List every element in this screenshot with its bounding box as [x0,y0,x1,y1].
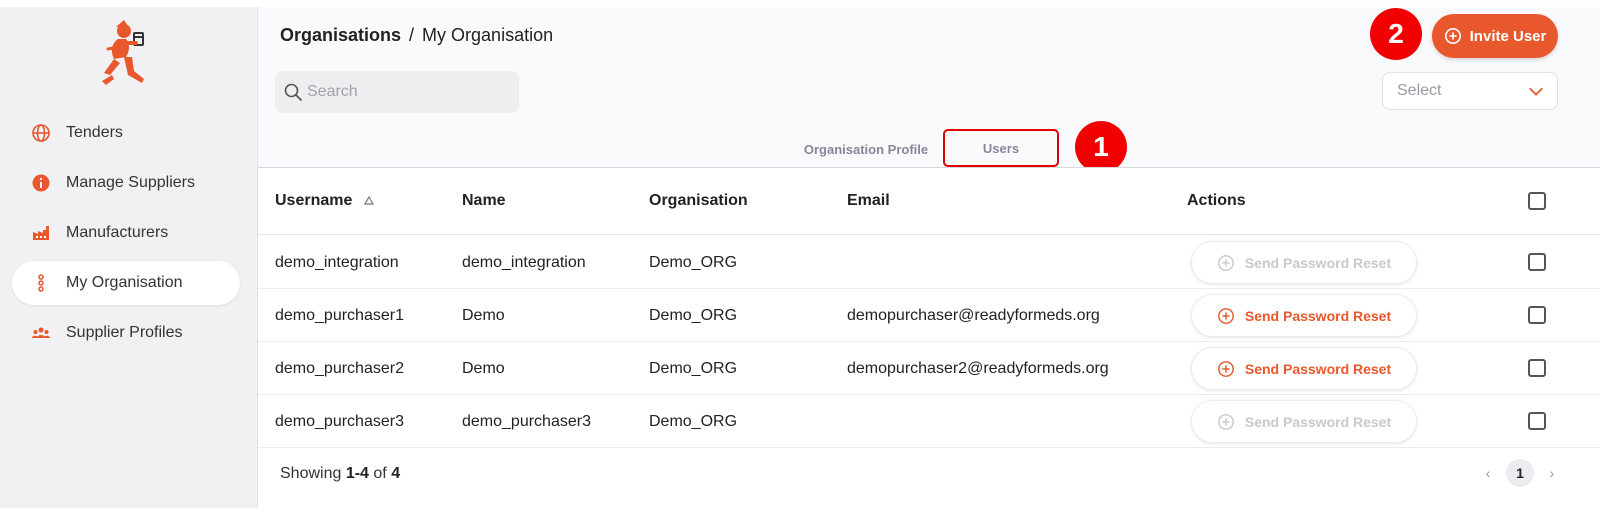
cell-email: demopurchaser2@readyformeds.org [847,359,1109,377]
breadcrumb-separator: / [409,25,415,45]
send-password-reset-button[interactable]: Send Password Reset [1191,294,1417,337]
prev-page-button[interactable]: ‹ [1480,465,1496,481]
select-all-checkbox[interactable] [1528,192,1546,210]
dots-vertical-icon [30,272,52,294]
column-header-actions: Actions [1187,192,1246,209]
row-checkbox[interactable] [1528,253,1546,271]
globe-icon [30,122,52,144]
row-checkbox[interactable] [1528,306,1546,324]
search-input[interactable] [307,83,507,101]
plus-circle-icon [1217,413,1245,431]
showing-prefix: Showing [280,465,342,482]
cell-organisation: Demo_ORG [649,306,738,324]
pagination-summary: Showing 1-4 of 4 [280,465,400,483]
main-content: Organisations / My Organisation 2 Invite U… [258,7,1600,508]
tab-users[interactable]: Users [943,129,1059,167]
showing-total: 4 [391,465,401,482]
showing-of: of [373,465,387,482]
column-header-username[interactable]: Username [275,192,375,210]
plus-circle-icon [1217,360,1245,378]
tab-organisation-profile[interactable]: Organisation Profile [798,135,934,163]
sidebar-nav: Tenders Manage Suppliers Manufacturers M… [12,111,240,361]
users-group-icon [30,322,52,344]
search-box[interactable] [275,71,519,113]
cell-email: demopurchaser@readyformeds.org [847,306,1100,324]
table-row: demo_integration demo_integration Demo_O… [258,236,1600,289]
sidebar-item-tenders[interactable]: Tenders [12,111,240,155]
table-footer: Showing 1-4 of 4 ‹ 1 › [258,449,1600,501]
breadcrumb-current: My Organisation [422,25,554,45]
sidebar-item-manage-suppliers[interactable]: Manage Suppliers [12,161,240,205]
plus-circle-icon [1217,307,1245,325]
factory-icon [30,222,52,244]
sidebar-item-label: Supplier Profiles [66,324,183,341]
cell-name: Demo [462,306,505,324]
select-value: Select [1397,82,1442,99]
cell-organisation: Demo_ORG [649,253,738,271]
annotation-marker-1: 1 [1075,121,1127,173]
cell-organisation: Demo_ORG [649,412,738,430]
send-password-reset-label: Send Password Reset [1244,254,1392,271]
send-password-reset-button[interactable]: Send Password Reset [1191,400,1417,443]
cell-username: demo_purchaser2 [275,359,404,377]
chevron-down-icon [1527,82,1545,100]
cell-username: demo_integration [275,253,399,271]
table-header: Username Name Organisation Email Actions [258,167,1600,235]
sidebar-item-my-organisation[interactable]: My Organisation [12,261,240,305]
cell-name: demo_integration [462,253,586,271]
table-row: demo_purchaser3 demo_purchaser3 Demo_ORG… [258,395,1600,448]
search-icon [283,82,303,102]
column-header-organisation: Organisation [649,192,748,209]
sidebar-item-label: Manufacturers [66,224,169,241]
invite-user-button[interactable]: Invite User [1432,14,1558,58]
cell-username: demo_purchaser3 [275,412,404,430]
table-row: demo_purchaser2 Demo Demo_ORG demopurcha… [258,342,1600,395]
app-logo [98,17,154,93]
cell-organisation: Demo_ORG [649,359,738,377]
send-password-reset-label: Send Password Reset [1244,360,1392,377]
breadcrumb: Organisations / My Organisation [280,25,553,46]
row-checkbox[interactable] [1528,412,1546,430]
sidebar-item-supplier-profiles[interactable]: Supplier Profiles [12,311,240,355]
invite-user-label: Invite User [1469,27,1547,45]
column-header-email: Email [847,192,890,209]
tab-bar: Organisation Profile Users [258,129,1600,167]
send-password-reset-label: Send Password Reset [1244,413,1392,430]
column-header-name: Name [462,192,506,209]
next-page-button[interactable]: › [1544,465,1560,481]
sidebar-item-label: Manage Suppliers [66,174,195,191]
sort-icon[interactable] [352,196,375,206]
cell-name: Demo [462,359,505,377]
send-password-reset-button[interactable]: Send Password Reset [1191,347,1417,390]
annotation-marker-2: 2 [1370,8,1422,60]
column-header-label: Username [275,192,353,209]
page-1-button[interactable]: 1 [1506,459,1534,487]
plus-circle-icon [1217,254,1245,272]
cell-username: demo_purchaser1 [275,306,404,324]
send-password-reset-label: Send Password Reset [1244,307,1392,324]
breadcrumb-root[interactable]: Organisations [280,25,401,45]
row-checkbox[interactable] [1528,359,1546,377]
sidebar-item-label: My Organisation [66,274,183,291]
sidebar: Tenders Manage Suppliers Manufacturers M… [0,7,258,508]
sidebar-item-manufacturers[interactable]: Manufacturers [12,211,240,255]
send-password-reset-button[interactable]: Send Password Reset [1191,241,1417,284]
sidebar-item-label: Tenders [66,124,123,141]
cell-name: demo_purchaser3 [462,412,591,430]
select-dropdown[interactable]: Select [1382,72,1558,110]
plus-circle-icon [1444,27,1470,45]
info-icon [30,172,52,194]
showing-range: 1-4 [345,465,369,482]
table-row: demo_purchaser1 Demo Demo_ORG demopurcha… [258,289,1600,342]
pagination: ‹ 1 › [1480,459,1560,487]
